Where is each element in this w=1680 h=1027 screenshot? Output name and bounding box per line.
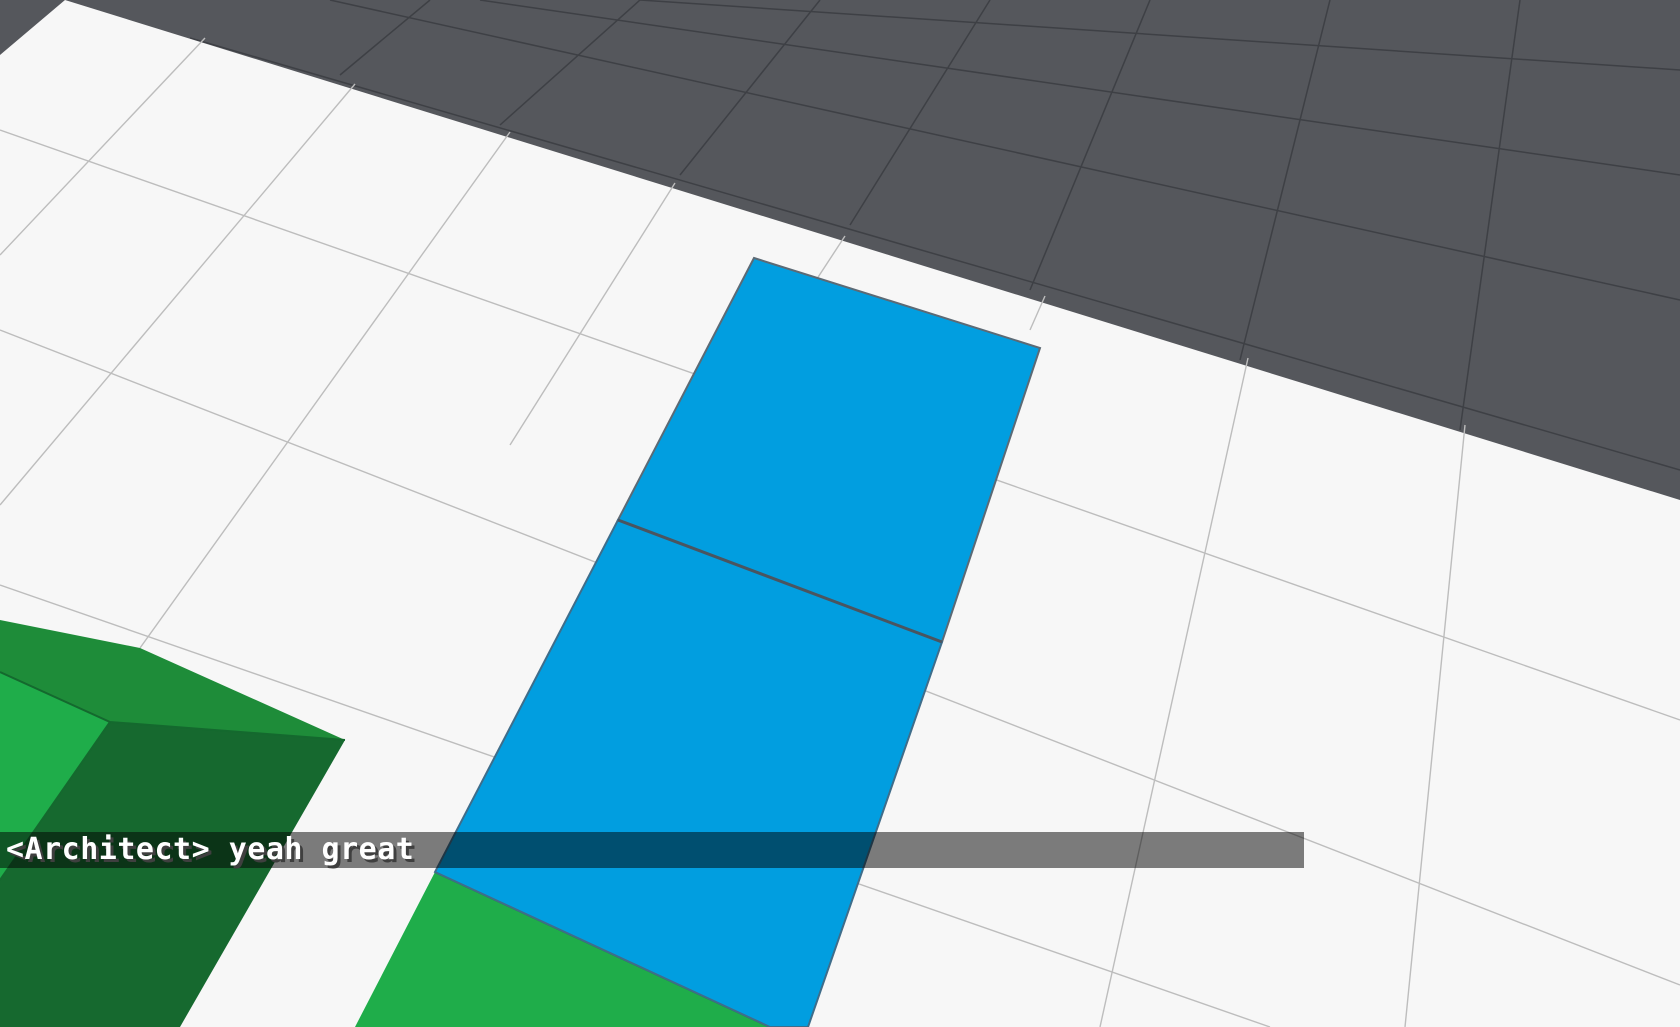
game-viewport[interactable] bbox=[0, 0, 1680, 1027]
chat-message: <Architect> yeah great bbox=[6, 832, 415, 867]
chat-overlay: <Architect> yeah great bbox=[0, 832, 1304, 868]
